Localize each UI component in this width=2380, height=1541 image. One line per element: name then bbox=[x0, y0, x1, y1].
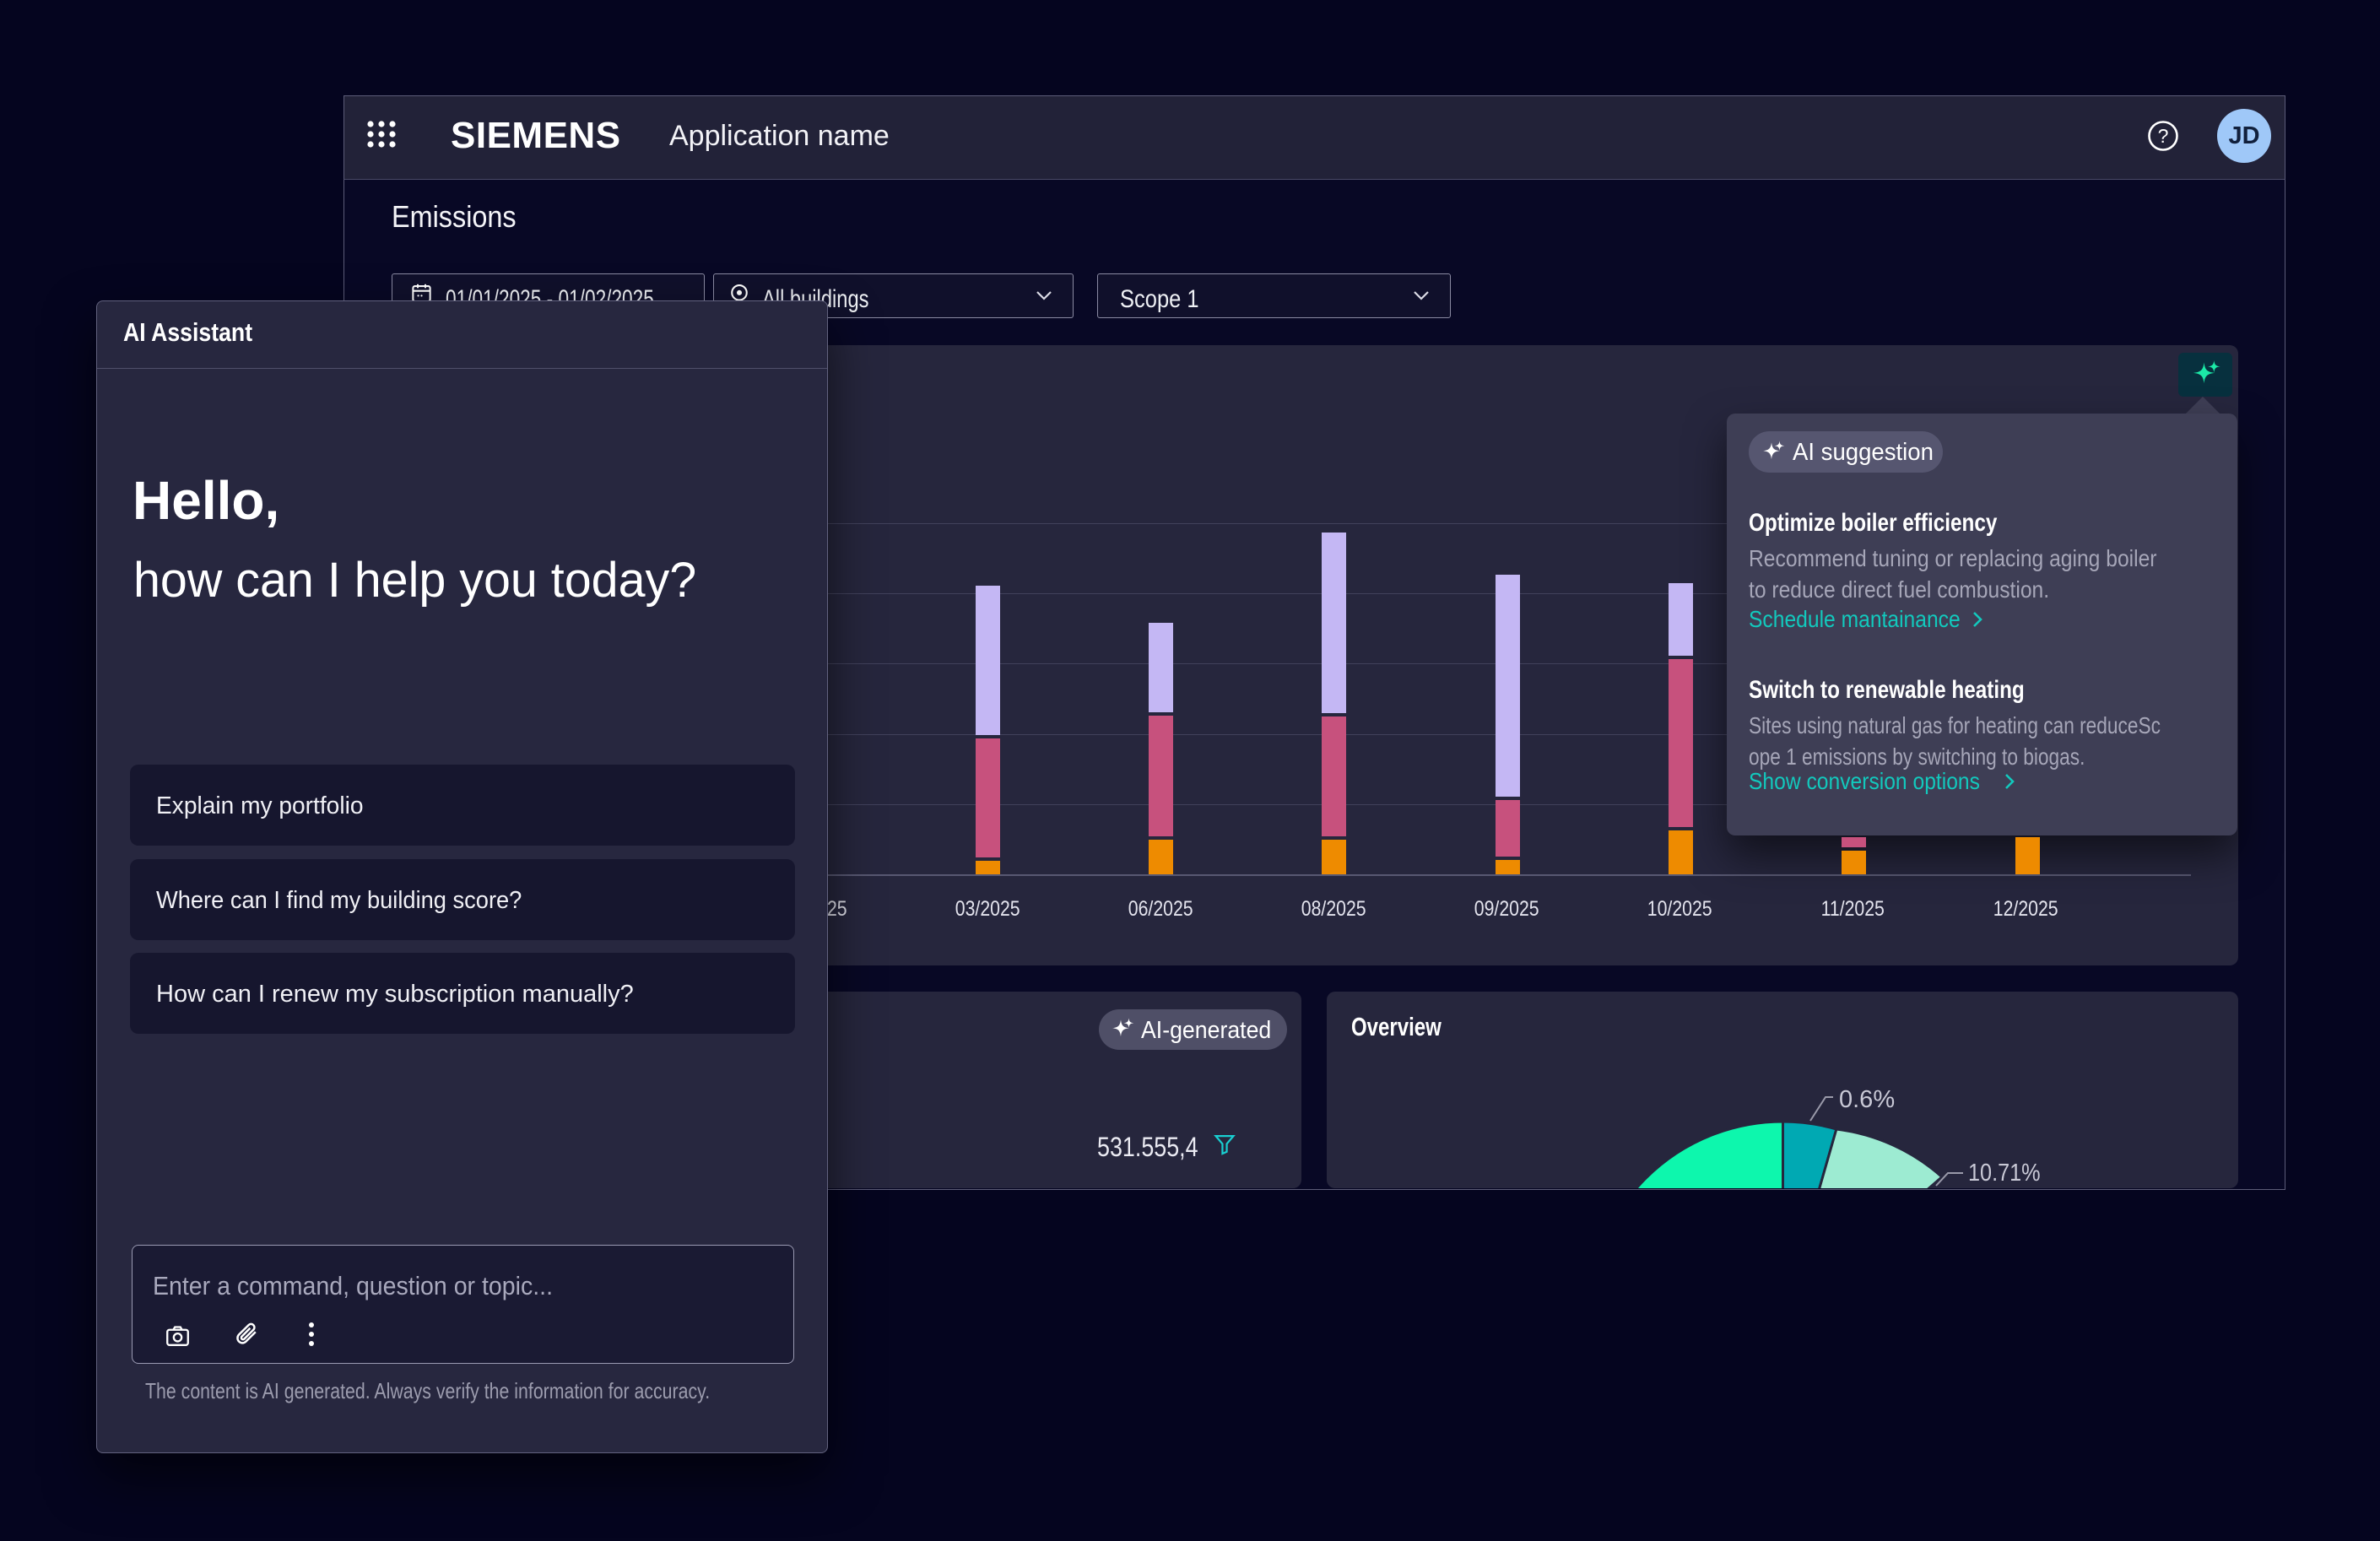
svg-text:?: ? bbox=[2158, 125, 2169, 147]
